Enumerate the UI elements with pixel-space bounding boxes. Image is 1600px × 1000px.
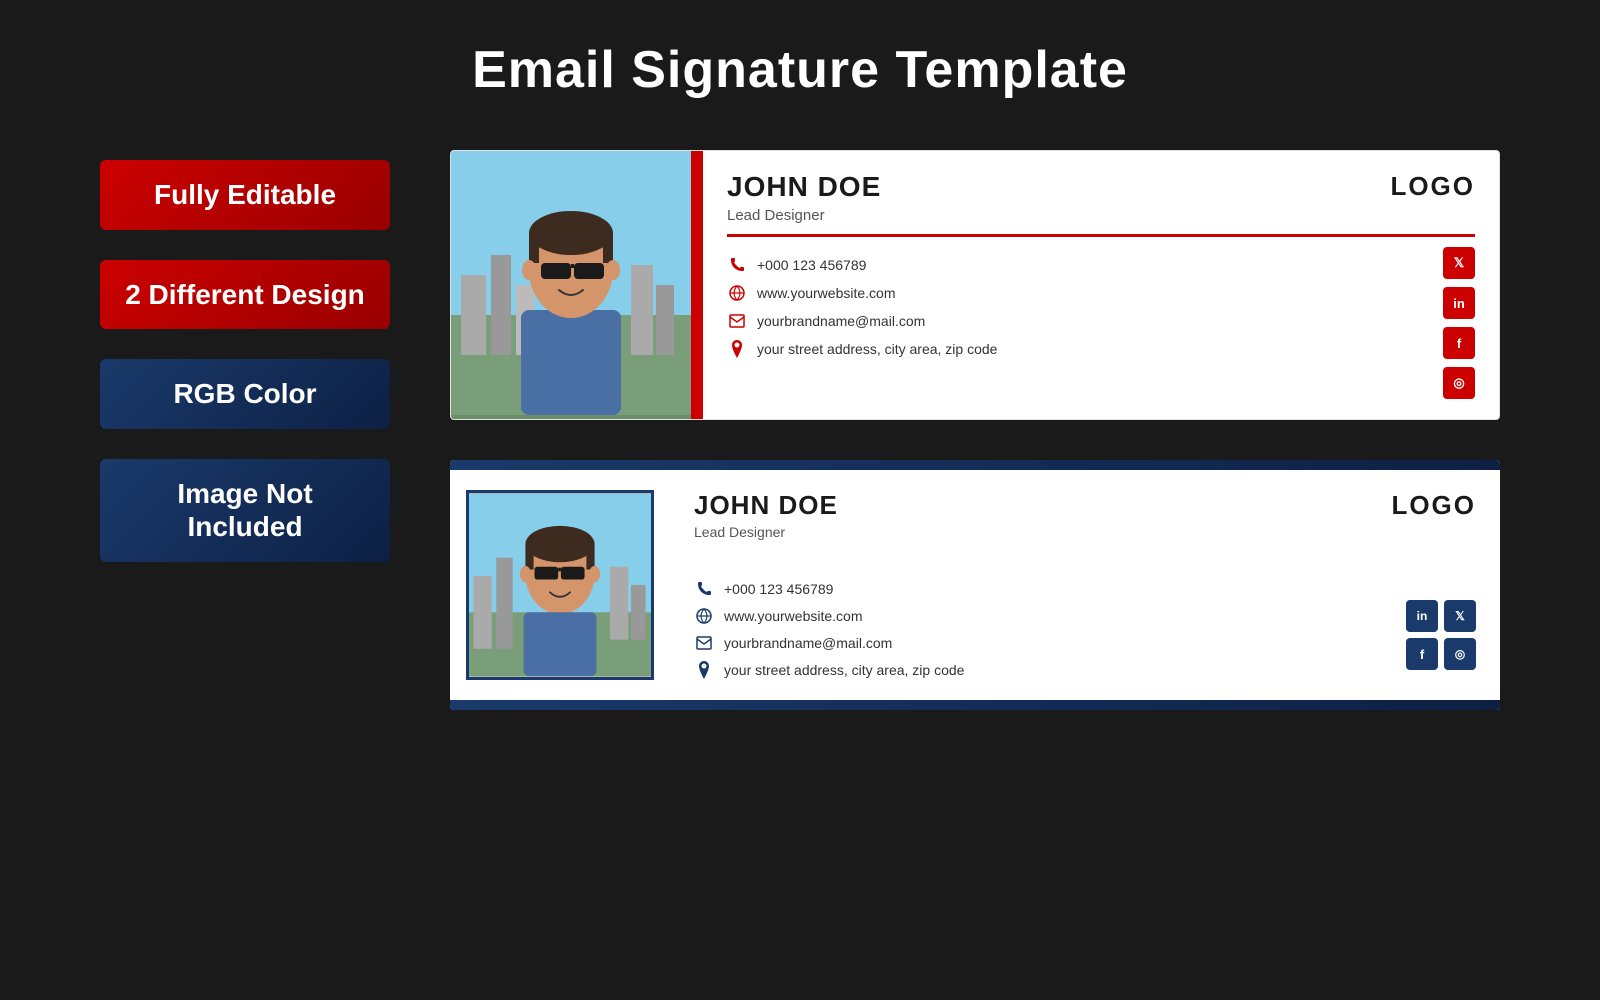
sig2-email: yourbrandname@mail.com: [724, 635, 892, 651]
sig2-photo-box: [466, 490, 654, 680]
sig2-contacts-social: +000 123 456789 www: [694, 561, 1476, 680]
sig1-website-row: www.yourwebsite.com: [727, 283, 1427, 303]
sig2-info: JOHN DOE Lead Designer LOGO: [670, 470, 1500, 700]
sig1-instagram-icon: ◎: [1443, 367, 1475, 399]
signature-card-2: JOHN DOE Lead Designer LOGO: [450, 460, 1500, 710]
sig2-address-row: your street address, city area, zip code: [694, 660, 1406, 680]
sig2-mail-icon: [694, 633, 714, 653]
sig1-facebook-icon: f: [1443, 327, 1475, 359]
sig1-address-row: your street address, city area, zip code: [727, 339, 1427, 359]
sig2-phone-icon: [694, 579, 714, 599]
sig2-blue-bottom-bar: [450, 700, 1500, 710]
sig2-logo: LOGO: [1391, 490, 1476, 521]
sig2-address: your street address, city area, zip code: [724, 662, 964, 678]
sig1-logo: LOGO: [1390, 171, 1475, 202]
sig2-role: Lead Designer: [694, 524, 838, 540]
mail-icon: [727, 311, 747, 331]
sig2-globe-icon: [694, 606, 714, 626]
main-content: Fully Editable 2 Different Design RGB Co…: [100, 150, 1500, 710]
badge-fully-editable: Fully Editable: [100, 160, 390, 230]
sig2-facebook-icon: f: [1406, 638, 1438, 670]
sig2-name: JOHN DOE: [694, 490, 838, 521]
sig2-phone: +000 123 456789: [724, 581, 833, 597]
sig1-red-divider: [727, 234, 1475, 237]
sig1-email: yourbrandname@mail.com: [757, 313, 925, 329]
sig1-info: JOHN DOE Lead Designer LOGO: [703, 151, 1499, 419]
sig1-role: Lead Designer: [727, 207, 881, 224]
sig1-contacts: +000 123 456789 www: [727, 247, 1427, 359]
signature-card-1: JOHN DOE Lead Designer LOGO: [450, 150, 1500, 420]
sig2-contacts: +000 123 456789 www: [694, 571, 1406, 680]
location-icon: [727, 339, 747, 359]
phone-icon: [727, 255, 747, 275]
badges-column: Fully Editable 2 Different Design RGB Co…: [100, 160, 390, 562]
sig1-red-bar: [691, 151, 703, 419]
badge-rgb-color: RGB Color: [100, 359, 390, 429]
sig1-contacts-social: +000 123 456789 www: [727, 247, 1475, 399]
sig2-website: www.yourwebsite.com: [724, 608, 863, 624]
sig2-email-row: yourbrandname@mail.com: [694, 633, 1406, 653]
globe-icon: [727, 283, 747, 303]
sig2-location-icon: [694, 660, 714, 680]
sig2-photo-wrap: [450, 470, 670, 700]
sig1-photo-wrap: [451, 151, 691, 419]
sig1-email-row: yourbrandname@mail.com: [727, 311, 1427, 331]
sig1-address: your street address, city area, zip code: [757, 341, 997, 357]
sig2-social-icons: in 𝕏 f ◎: [1406, 600, 1476, 670]
sig1-phone-row: +000 123 456789: [727, 255, 1427, 275]
sig2-phone-row: +000 123 456789: [694, 579, 1406, 599]
sig2-blue-top-bar: [450, 460, 1500, 470]
sig1-name: JOHN DOE: [727, 171, 881, 203]
sig2-website-row: www.yourwebsite.com: [694, 606, 1406, 626]
badge-image-not-included: Image Not Included: [100, 459, 390, 562]
sig1-linkedin-icon: in: [1443, 287, 1475, 319]
sig2-linkedin-icon: in: [1406, 600, 1438, 632]
page-title: Email Signature Template: [472, 40, 1128, 100]
sig1-twitter-icon: 𝕏: [1443, 247, 1475, 279]
signatures-column: JOHN DOE Lead Designer LOGO: [450, 150, 1500, 710]
sig1-website: www.yourwebsite.com: [757, 285, 896, 301]
badge-different-design: 2 Different Design: [100, 260, 390, 330]
sig2-instagram-icon: ◎: [1444, 638, 1476, 670]
sig1-social-icons: 𝕏 in f ◎: [1427, 247, 1475, 399]
sig1-phone: +000 123 456789: [757, 257, 866, 273]
sig2-twitter-icon: 𝕏: [1444, 600, 1476, 632]
